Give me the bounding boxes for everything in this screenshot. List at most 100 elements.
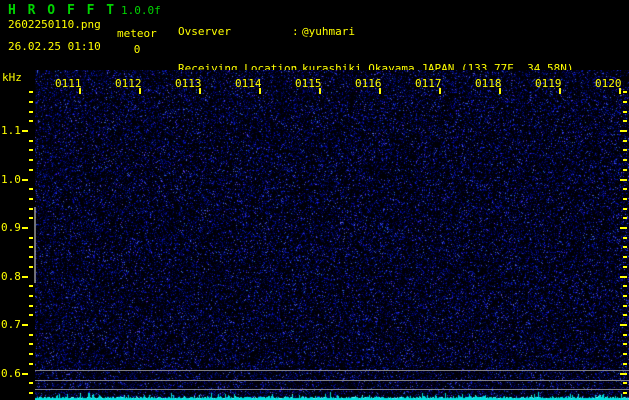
y-minor-tick-right [623,334,627,336]
y-minor-tick [29,305,33,307]
x-tick-label: 0114 [235,78,262,90]
x-tick [79,88,81,94]
y-minor-tick-right [623,217,627,219]
observation-datetime: 26.02.25 01:10 [8,41,101,53]
y-minor-tick [29,149,33,151]
carrier-line [35,389,629,390]
meteor-counter-value: 0 [117,44,157,56]
spectrogram-canvas [35,70,629,400]
y-minor-tick-right [623,237,627,239]
x-tick-label: 0119 [535,78,562,90]
x-tick-label: 0113 [175,78,202,90]
x-tick-label: 0118 [475,78,502,90]
y-minor-tick [29,392,33,394]
y-minor-tick-right [623,295,627,297]
info-value: @yuhmari [302,25,355,38]
x-tick [619,88,621,94]
y-minor-tick [29,353,33,355]
y-major-tick [22,324,28,326]
x-tick-label: 0120 [595,78,622,90]
y-minor-tick-right [623,314,627,316]
x-tick [139,88,141,94]
y-minor-tick-right [623,246,627,248]
y-major-tick [22,276,28,278]
y-minor-tick [29,334,33,336]
x-tick [439,88,441,94]
y-tick-label: 1.1 [1,125,21,137]
y-minor-tick-right [623,353,627,355]
y-minor-tick [29,208,33,210]
y-minor-tick-right [623,198,627,200]
info-separator: : [292,26,302,38]
y-minor-tick-right [623,140,627,142]
y-major-tick-right [620,324,627,326]
x-tick-label: 0112 [115,78,142,90]
y-tick-label: 0.8 [1,271,21,283]
y-major-tick-right [620,373,627,375]
carrier-line [35,370,629,371]
y-major-tick-right [620,227,627,229]
y-minor-tick-right [623,149,627,151]
x-tick [319,88,321,94]
y-minor-tick [29,237,33,239]
x-tick-label: 0111 [55,78,82,90]
app-title: H R O F F T [8,3,116,18]
y-minor-tick [29,140,33,142]
y-tick-label: 0.6 [1,368,21,380]
vertical-marker-line [34,207,36,283]
x-tick-label: 0117 [415,78,442,90]
x-tick [559,88,561,94]
info-row-observer: Ovserver: @yuhmari [178,26,574,39]
y-tick-label: 0.9 [1,222,21,234]
y-minor-tick [29,169,33,171]
y-minor-tick-right [623,256,627,258]
meteor-counter-label: meteor [117,28,157,40]
y-minor-tick [29,266,33,268]
y-minor-tick-right [623,392,627,394]
y-minor-tick [29,101,33,103]
y-minor-tick [29,285,33,287]
y-minor-tick [29,217,33,219]
y-minor-tick [29,363,33,365]
y-axis-unit-label: kHz [2,72,22,84]
y-minor-tick [29,246,33,248]
y-minor-tick-right [623,363,627,365]
info-label: Ovserver [178,26,292,38]
app-version: 1.0.0f [121,5,161,17]
y-major-tick [22,227,28,229]
y-major-tick [22,130,28,132]
y-minor-tick [29,343,33,345]
y-minor-tick [29,111,33,113]
y-minor-tick [29,91,33,93]
y-tick-label: 0.7 [1,319,21,331]
output-filename: 2602250110.png [8,19,101,31]
y-minor-tick-right [623,285,627,287]
y-major-tick-right [620,276,627,278]
hrofft-window: H R O F F T 1.0.0f 2602250110.png meteor… [0,0,629,400]
y-major-tick [22,373,28,375]
y-minor-tick-right [623,101,627,103]
y-minor-tick-right [623,382,627,384]
x-tick-label: 0115 [295,78,322,90]
y-minor-tick [29,188,33,190]
y-minor-tick-right [623,305,627,307]
y-minor-tick [29,198,33,200]
y-minor-tick [29,314,33,316]
x-tick-label: 0116 [355,78,382,90]
y-minor-tick-right [623,343,627,345]
y-minor-tick-right [623,91,627,93]
y-minor-tick [29,382,33,384]
y-minor-tick [29,295,33,297]
y-minor-tick-right [623,111,627,113]
y-minor-tick-right [623,169,627,171]
x-tick [199,88,201,94]
y-minor-tick-right [623,266,627,268]
y-major-tick-right [620,179,627,181]
y-major-tick-right [620,130,627,132]
y-minor-tick-right [623,188,627,190]
y-minor-tick-right [623,120,627,122]
y-tick-label: 1.0 [1,174,21,186]
y-major-tick [22,179,28,181]
x-tick [379,88,381,94]
carrier-line [35,380,629,381]
